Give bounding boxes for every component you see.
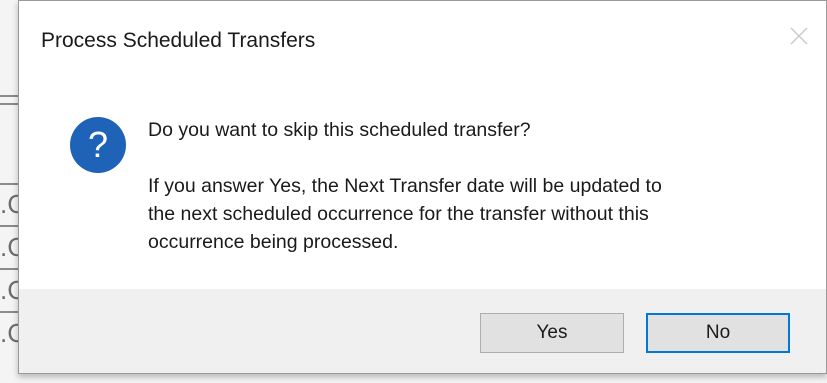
background-divider bbox=[0, 268, 18, 270]
dialog-button-bar: Yes No bbox=[19, 289, 826, 373]
dialog-detail-line: occurrence being processed. bbox=[148, 231, 399, 253]
background-divider bbox=[0, 103, 18, 105]
background-divider bbox=[0, 183, 18, 185]
dialog-content: ? Do you want to skip this scheduled tra… bbox=[19, 79, 826, 289]
dialog-message: Do you want to skip this scheduled trans… bbox=[148, 119, 531, 141]
close-button[interactable] bbox=[776, 15, 822, 57]
svg-text:?: ? bbox=[88, 124, 108, 165]
yes-button[interactable]: Yes bbox=[480, 313, 624, 353]
no-button[interactable]: No bbox=[646, 313, 790, 353]
background-divider bbox=[0, 225, 18, 227]
background-divider bbox=[0, 311, 18, 313]
dialog-title: Process Scheduled Transfers bbox=[41, 29, 316, 52]
dialog-titlebar[interactable]: Process Scheduled Transfers bbox=[19, 1, 826, 79]
background-divider bbox=[0, 95, 18, 97]
close-icon bbox=[790, 27, 808, 45]
dialog-detail-line: If you answer Yes, the Next Transfer dat… bbox=[148, 175, 662, 197]
question-icon: ? bbox=[70, 117, 126, 173]
dialog-detail: If you answer Yes, the Next Transfer dat… bbox=[148, 172, 798, 256]
dialog-detail-line: the next scheduled occurrence for the tr… bbox=[148, 203, 649, 225]
message-dialog: Process Scheduled Transfers ? Do you wan… bbox=[18, 0, 827, 374]
